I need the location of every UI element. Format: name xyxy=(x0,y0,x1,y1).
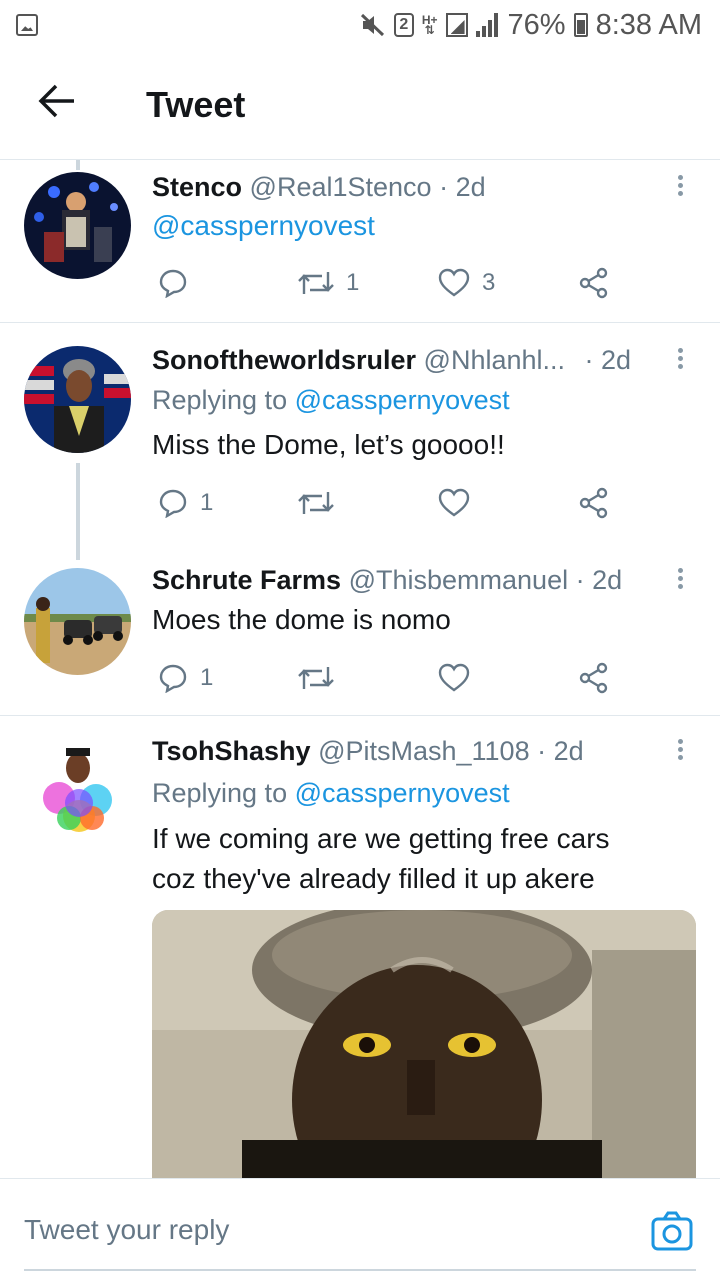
retweet-button[interactable]: 1 xyxy=(298,263,359,303)
replying-to-label: Replying to xyxy=(152,385,288,415)
reply-composer xyxy=(0,1178,720,1280)
more-options-icon[interactable] xyxy=(672,345,688,375)
replies-feed[interactable]: Stenco @Real1Stenco · 2d @casspernyovest… xyxy=(0,160,720,1178)
tweet-text: Moes the dome is nomo xyxy=(152,604,451,635)
tweet-text: @casspernyovest xyxy=(152,206,692,246)
battery-icon xyxy=(573,13,588,37)
mention-link[interactable]: @casspernyovest xyxy=(295,385,510,415)
tweet-item[interactable]: TsohShashy @PitsMash_1108 · 2d Replying … xyxy=(0,716,720,1178)
tweet-time: · 2d xyxy=(584,345,632,375)
replying-to: Replying to @casspernyovest xyxy=(152,778,510,809)
user-handle[interactable]: @Nhlanhl... xyxy=(424,345,565,375)
tweet-text-line: coz they've already filled it up akere xyxy=(152,863,595,894)
retweet-button[interactable] xyxy=(298,658,334,698)
replying-to: Replying to @casspernyovest xyxy=(152,385,510,416)
retweet-icon xyxy=(298,272,334,294)
more-options-icon[interactable] xyxy=(672,565,688,595)
battery-percent: 76% xyxy=(507,8,566,41)
tweet-text: If we coming are we getting free cars co… xyxy=(152,819,692,899)
tweet-time: · 2d xyxy=(537,736,584,766)
gallery-icon xyxy=(16,14,38,36)
status-bar: 2 H+ ⇅ 76% 8:38 AM xyxy=(0,0,720,50)
tweet-header: Stenco @Real1Stenco · 2d xyxy=(152,172,486,203)
tweet-header: Sonoftheworldsruler @Nhlanhl... · 2d xyxy=(152,345,631,376)
avatar[interactable] xyxy=(24,172,131,279)
avatar[interactable] xyxy=(24,738,131,845)
page-title: Tweet xyxy=(146,84,246,125)
like-button[interactable] xyxy=(438,483,470,523)
tweet-header: Schrute Farms @Thisbemmanuel · 2d xyxy=(152,565,622,596)
display-name[interactable]: TsohShashy xyxy=(152,736,311,766)
heart-icon xyxy=(438,268,470,297)
app-header: Tweet xyxy=(0,50,720,160)
sim-icon xyxy=(445,13,468,37)
network-type-icon: H+ ⇅ xyxy=(421,13,438,37)
like-button[interactable] xyxy=(438,658,470,698)
status-icons: 2 H+ ⇅ 76% 8:38 AM xyxy=(360,8,702,42)
reply-button[interactable] xyxy=(158,263,188,303)
user-handle[interactable]: @Real1Stenco xyxy=(250,172,432,202)
input-underline xyxy=(24,1269,696,1271)
retweet-count: 1 xyxy=(346,269,360,296)
reply-button[interactable]: 1 xyxy=(158,658,213,698)
tweet-time: · 2d xyxy=(439,172,486,202)
thread-line xyxy=(76,463,80,560)
tweet-text-line: If we coming are we getting free cars xyxy=(152,823,610,854)
tweet-actions: 1 3 xyxy=(152,263,622,303)
user-handle[interactable]: @Thisbemmanuel xyxy=(349,565,569,595)
tweet-item[interactable]: Schrute Farms @Thisbemmanuel · 2d Moes t… xyxy=(0,560,720,715)
back-arrow-icon[interactable] xyxy=(36,80,78,122)
reply-icon xyxy=(159,269,187,298)
tweet-actions: 1 xyxy=(152,658,622,698)
avatar[interactable] xyxy=(24,568,131,675)
user-handle[interactable]: @PitsMash_1108 xyxy=(318,736,530,766)
mention-link[interactable]: @casspernyovest xyxy=(152,210,375,241)
share-button[interactable] xyxy=(578,263,610,303)
share-icon xyxy=(579,487,608,519)
more-options-icon[interactable] xyxy=(672,172,688,202)
reply-icon xyxy=(159,664,187,693)
avatar[interactable] xyxy=(24,346,131,453)
clock: 8:38 AM xyxy=(595,8,702,41)
signal-icon xyxy=(475,13,500,37)
tweet-media-image[interactable] xyxy=(152,910,696,1178)
tweet-header: TsohShashy @PitsMash_1108 · 2d xyxy=(152,736,584,767)
network-type-label: H+ xyxy=(421,13,438,27)
reply-count: 1 xyxy=(200,489,214,516)
notification-count-badge: 2 xyxy=(393,13,414,37)
tweet-item[interactable]: Stenco @Real1Stenco · 2d @casspernyovest… xyxy=(0,160,720,323)
display-name[interactable]: Stenco xyxy=(152,172,242,202)
retweet-icon xyxy=(298,492,334,514)
like-button[interactable]: 3 xyxy=(438,263,495,303)
retweet-button[interactable] xyxy=(298,483,334,523)
display-name[interactable]: Schrute Farms xyxy=(152,565,341,595)
reply-count: 1 xyxy=(200,664,214,691)
tweet-item[interactable]: Sonoftheworldsruler @Nhlanhl... · 2d Rep… xyxy=(0,323,720,560)
reply-input[interactable] xyxy=(24,1205,584,1255)
tweet-time: · 2d xyxy=(575,565,623,595)
mute-icon xyxy=(360,13,384,37)
more-options-icon[interactable] xyxy=(672,736,688,766)
like-count: 3 xyxy=(482,269,496,296)
camera-icon[interactable] xyxy=(650,1209,694,1253)
heart-icon xyxy=(438,488,470,517)
retweet-icon xyxy=(298,667,334,689)
tweet-text: Miss the Dome, let’s goooo!! xyxy=(152,429,505,460)
heart-icon xyxy=(438,663,470,692)
tweet-actions: 1 xyxy=(152,483,622,523)
share-button[interactable] xyxy=(578,658,610,698)
display-name[interactable]: Sonoftheworldsruler xyxy=(152,345,416,375)
reply-icon xyxy=(159,489,187,518)
share-icon xyxy=(579,662,608,694)
reply-button[interactable]: 1 xyxy=(158,483,213,523)
share-icon xyxy=(579,267,608,299)
mention-link[interactable]: @casspernyovest xyxy=(295,778,510,808)
share-button[interactable] xyxy=(578,483,610,523)
replying-to-label: Replying to xyxy=(152,778,288,808)
